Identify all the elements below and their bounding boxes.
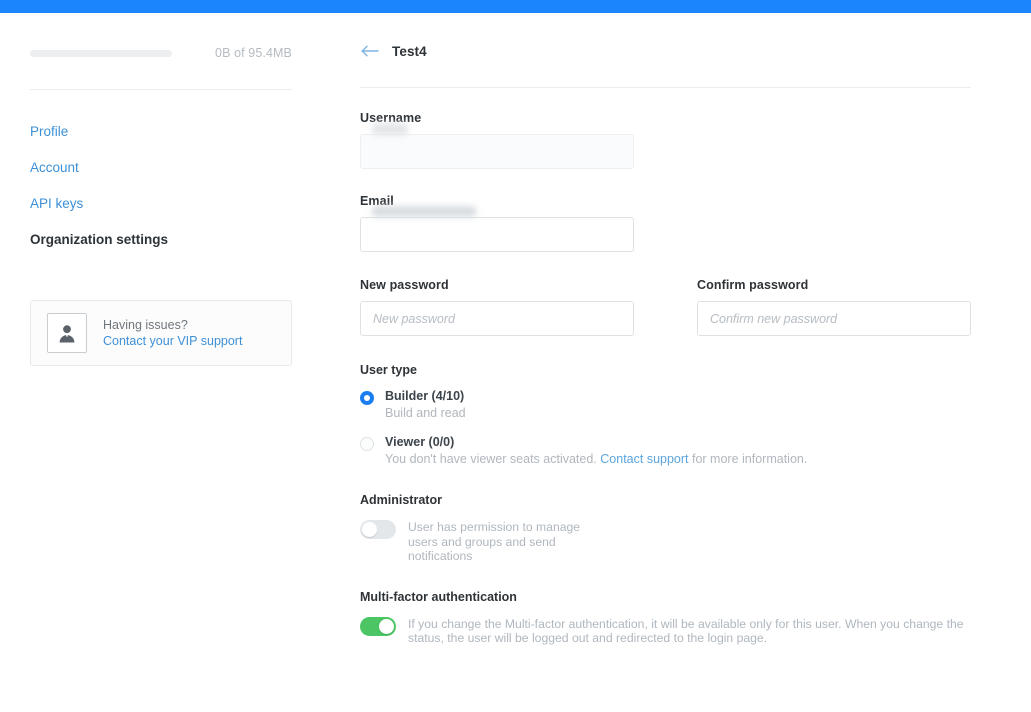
header-divider: [360, 87, 971, 88]
administrator-title: Administrator: [360, 493, 442, 507]
viewer-label: Viewer (0/0): [385, 435, 455, 449]
contact-support-link[interactable]: Contact support: [600, 452, 688, 466]
user-type-option-builder[interactable]: Builder (4/10) Build and read: [360, 389, 971, 421]
user-type-section: User type Builder (4/10) Build and read …: [360, 363, 971, 467]
new-password-input[interactable]: [360, 301, 634, 336]
sidebar-item-profile[interactable]: Profile: [30, 123, 292, 141]
mfa-toggle-knob: [379, 618, 394, 634]
username-input[interactable]: [360, 134, 634, 169]
builder-label: Builder (4/10): [385, 389, 465, 403]
confirm-password-group: Confirm password: [697, 278, 971, 336]
support-card-title: Having issues?: [103, 318, 188, 332]
email-input[interactable]: [360, 217, 634, 252]
administrator-toggle-knob: [362, 522, 377, 537]
viewer-description: You don't have viewer seats activated. C…: [385, 452, 807, 467]
sidebar-divider: [30, 89, 292, 90]
viewer-description-before: You don't have viewer seats activated.: [385, 452, 597, 466]
top-accent-bar: [0, 0, 1031, 13]
storage-progress-bar: [30, 49, 172, 57]
mfa-section: Multi-factor authentication If you chang…: [360, 590, 971, 646]
new-password-group: New password: [360, 278, 697, 336]
contact-vip-support-link[interactable]: Contact your VIP support: [103, 333, 242, 349]
user-type-title: User type: [360, 363, 417, 377]
password-row: New password Confirm password: [360, 278, 971, 336]
mfa-description: If you change the Multi-factor authentic…: [408, 616, 964, 646]
mfa-toggle-row: If you change the Multi-factor authentic…: [360, 616, 971, 646]
username-label: Username: [360, 111, 422, 125]
email-label: Email: [360, 194, 394, 208]
main-content: Test4 Username Email New password Confir…: [330, 13, 1031, 712]
user-settings-form: Username Email New password Confirm pass…: [360, 111, 971, 672]
support-card: Having issues? Contact your VIP support: [30, 300, 292, 366]
administrator-toggle-row: User has permission to manage users and …: [360, 519, 971, 564]
sidebar-item-api-keys[interactable]: API keys: [30, 195, 292, 213]
support-card-text: Having issues? Contact your VIP support: [103, 317, 242, 349]
confirm-password-input[interactable]: [697, 301, 971, 336]
user-avatar-icon: [47, 313, 87, 353]
sidebar-nav: Profile Account API keys Organization se…: [30, 123, 292, 249]
email-field-group: Email: [360, 194, 971, 252]
sidebar-item-account[interactable]: Account: [30, 159, 292, 177]
mfa-toggle[interactable]: [360, 616, 396, 636]
confirm-password-label: Confirm password: [697, 278, 809, 292]
mfa-title: Multi-factor authentication: [360, 589, 517, 604]
administrator-description: User has permission to manage users and …: [408, 520, 581, 563]
arrow-left-icon[interactable]: [360, 43, 380, 59]
viewer-labels: Viewer (0/0) You don't have viewer seats…: [385, 435, 807, 467]
radio-builder-icon[interactable]: [360, 391, 374, 405]
storage-usage: 0B of 95.4MB: [30, 44, 292, 62]
page-header: Test4: [360, 40, 427, 62]
page-title: Test4: [392, 43, 427, 59]
administrator-section: Administrator User has permission to man…: [360, 493, 971, 564]
builder-description: Build and read: [385, 406, 466, 420]
sidebar-item-organization-settings[interactable]: Organization settings: [30, 231, 292, 249]
sidebar: 0B of 95.4MB Profile Account API keys Or…: [0, 13, 330, 712]
username-field-group: Username: [360, 111, 971, 169]
storage-usage-label: 0B of 95.4MB: [215, 46, 292, 60]
viewer-description-after: for more information.: [692, 452, 808, 466]
new-password-label: New password: [360, 278, 449, 292]
builder-labels: Builder (4/10) Build and read: [385, 389, 466, 421]
administrator-toggle[interactable]: [360, 520, 396, 539]
radio-viewer-icon[interactable]: [360, 437, 374, 451]
user-type-option-viewer[interactable]: Viewer (0/0) You don't have viewer seats…: [360, 435, 971, 467]
